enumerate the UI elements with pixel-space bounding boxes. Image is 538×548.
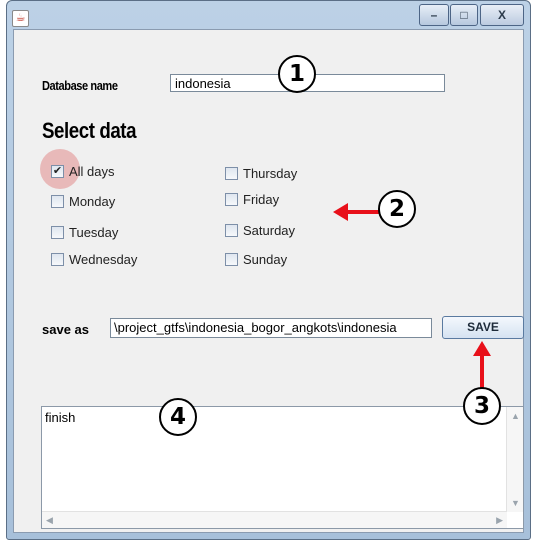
scroll-right-icon[interactable]: ▶ — [496, 515, 503, 526]
checkbox-label: Thursday — [243, 165, 298, 181]
checkbox-wednesday[interactable]: Wednesday — [51, 250, 137, 268]
checkbox-icon[interactable] — [225, 192, 238, 206]
checkbox-monday[interactable]: Monday — [51, 192, 115, 210]
checkbox-icon[interactable] — [225, 252, 238, 266]
checkbox-icon[interactable] — [51, 225, 64, 239]
save-button[interactable]: SAVE — [442, 316, 524, 339]
log-textarea[interactable]: finish ▲ ▼ ◀ ▶ — [41, 406, 524, 529]
checkbox-friday[interactable]: Friday — [225, 190, 279, 208]
checkbox-label: Tuesday — [69, 224, 119, 240]
checkbox-thursday[interactable]: Thursday — [225, 164, 297, 182]
form-panel: Database name indonesia Select data ✔ Al… — [13, 29, 524, 533]
select-data-heading: Select data — [42, 118, 137, 143]
app-window: ☕ – □ X Database name indonesia Select d… — [6, 0, 531, 540]
checkbox-label: Wednesday — [69, 251, 138, 267]
checkbox-icon[interactable] — [225, 223, 238, 237]
java-icon[interactable]: ☕ — [12, 10, 29, 27]
scroll-left-icon[interactable]: ◀ — [46, 515, 53, 526]
scroll-down-icon[interactable]: ▼ — [511, 498, 520, 508]
save-as-label: save as — [42, 322, 89, 337]
scroll-up-icon[interactable]: ▲ — [511, 411, 520, 421]
maximize-button[interactable]: □ — [450, 4, 478, 26]
title-bar[interactable]: ☕ – □ X — [7, 1, 530, 31]
checkbox-icon[interactable] — [51, 252, 64, 266]
checkbox-all-days[interactable]: ✔ All days — [51, 162, 115, 180]
annotation-callout-1: 1 — [278, 55, 316, 93]
annotation-callout-4: 4 — [159, 398, 197, 436]
horizontal-scrollbar[interactable]: ◀ ▶ — [42, 511, 507, 528]
checkbox-label: Monday — [69, 193, 116, 209]
checkbox-label: Sunday — [243, 251, 288, 267]
annotation-callout-3: 3 — [463, 387, 501, 425]
checkbox-label: Friday — [243, 191, 280, 207]
checkbox-tuesday[interactable]: Tuesday — [51, 223, 118, 241]
checkbox-icon[interactable] — [51, 194, 64, 208]
minimize-button[interactable]: – — [419, 4, 449, 26]
checkbox-sunday[interactable]: Sunday — [225, 250, 287, 268]
checkbox-checked-icon[interactable]: ✔ — [51, 164, 64, 178]
close-button[interactable]: X — [480, 4, 524, 26]
vertical-scrollbar[interactable]: ▲ ▼ — [506, 407, 523, 512]
log-text: finish — [45, 410, 76, 425]
checkbox-label: Saturday — [243, 222, 296, 238]
database-name-label: Database name — [42, 78, 118, 93]
save-path-input[interactable]: \project_gtfs\indonesia_bogor_angkots\in… — [110, 318, 432, 338]
checkbox-label: All days — [69, 163, 115, 179]
annotation-callout-2: 2 — [378, 190, 416, 228]
checkbox-saturday[interactable]: Saturday — [225, 221, 295, 239]
checkbox-icon[interactable] — [225, 166, 238, 180]
